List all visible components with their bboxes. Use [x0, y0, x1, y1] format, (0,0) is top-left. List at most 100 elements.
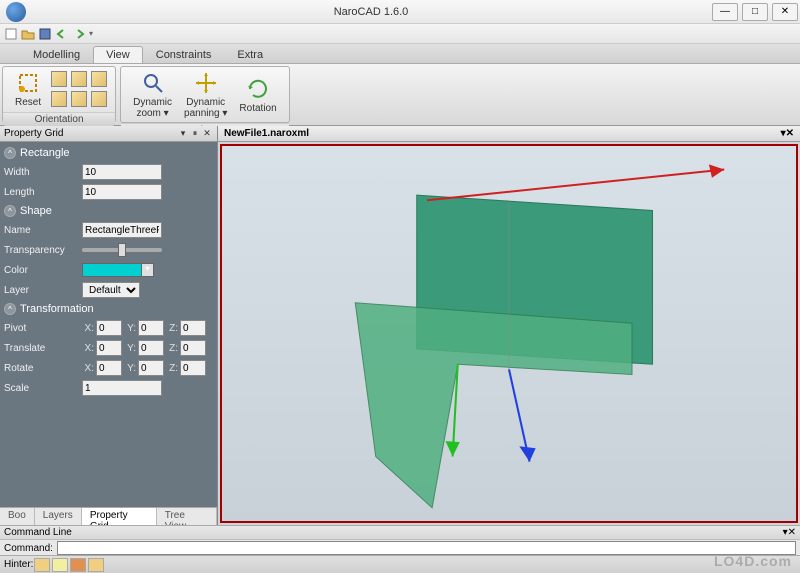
tab-view[interactable]: View: [93, 46, 143, 63]
rotate-x-input[interactable]: [96, 360, 122, 376]
qat-new-icon[interactable]: [4, 27, 18, 41]
property-panel: Property Grid ▾ ⏸ ✕ ^ Rectangle Width Le…: [0, 126, 218, 525]
section-rectangle-label: Rectangle: [20, 147, 70, 159]
color-label: Color: [4, 265, 80, 276]
pivot-z-input[interactable]: [180, 320, 206, 336]
dynamic-zoom-label: Dynamic zoom ▾: [133, 97, 172, 119]
dynamic-panning-button[interactable]: Dynamic panning ▾: [178, 69, 233, 121]
titlebar: NaroCAD 1.6.0 — □ ✕: [0, 0, 800, 24]
property-panel-title: Property Grid: [4, 128, 63, 139]
rotation-label: Rotation: [239, 103, 276, 114]
pan-icon: [194, 71, 218, 95]
scale-label: Scale: [4, 383, 80, 394]
hinter-btn-4[interactable]: [88, 558, 104, 572]
collapse-icon: ^: [4, 147, 16, 159]
maximize-button[interactable]: □: [742, 3, 768, 21]
pivot-y-input[interactable]: [138, 320, 164, 336]
panel-close-icon[interactable]: ✕: [201, 128, 213, 140]
zoom-icon: [141, 71, 165, 95]
command-label: Command:: [4, 543, 53, 554]
view-front-button[interactable]: [71, 71, 87, 87]
rotate-z-input[interactable]: [180, 360, 206, 376]
window-controls: — □ ✕: [710, 3, 800, 21]
qat-redo-icon[interactable]: [72, 27, 86, 41]
command-line-header: Command Line ▾ ✕: [0, 526, 800, 540]
ribbon-group-orientation: Reset Orientation: [2, 66, 116, 123]
tab-extra[interactable]: Extra: [224, 46, 276, 63]
cmdline-close-icon[interactable]: ✕: [788, 527, 796, 538]
translate-x-input[interactable]: [96, 340, 122, 356]
hinter-btn-1[interactable]: [34, 558, 50, 572]
hinter-btn-2[interactable]: [52, 558, 68, 572]
pivot-x-input[interactable]: [96, 320, 122, 336]
property-body: ^ Rectangle Width Length ^ Shape Name Tr: [0, 142, 217, 507]
pivot-label: Pivot: [4, 323, 80, 334]
qat-save-icon[interactable]: [38, 27, 52, 41]
translate-z-input[interactable]: [180, 340, 206, 356]
translate-y-input[interactable]: [138, 340, 164, 356]
qat-open-icon[interactable]: [21, 27, 35, 41]
tab-modelling[interactable]: Modelling: [20, 46, 93, 63]
panel-pin-icon[interactable]: ⏸: [189, 128, 201, 140]
view-left-button[interactable]: [91, 91, 107, 107]
width-input[interactable]: [82, 164, 162, 180]
section-shape[interactable]: ^ Shape: [4, 202, 213, 220]
rotate-label: Rotate: [4, 363, 80, 374]
command-line-panel: Command Line ▾ ✕ Command:: [0, 525, 800, 555]
btab-layers[interactable]: Layers: [35, 508, 82, 525]
hinter-btn-3[interactable]: [70, 558, 86, 572]
name-input[interactable]: [82, 222, 162, 238]
dynamic-panning-label: Dynamic panning ▾: [184, 97, 227, 119]
doc-close-icon[interactable]: ✕: [786, 128, 794, 139]
name-label: Name: [4, 225, 80, 236]
length-label: Length: [4, 187, 80, 198]
document-name: NewFile1.naroxml: [224, 128, 309, 139]
btab-boo[interactable]: Boo: [0, 508, 35, 525]
scale-input[interactable]: [82, 380, 162, 396]
document-tab: NewFile1.naroxml ▾ ✕: [218, 126, 800, 142]
translate-label: Translate: [4, 343, 80, 354]
orientation-views-grid: [51, 71, 109, 109]
hinter-bar: Hinter:: [0, 555, 800, 573]
transparency-label: Transparency: [4, 245, 80, 256]
section-shape-label: Shape: [20, 205, 52, 217]
transparency-slider[interactable]: [82, 248, 162, 252]
orientation-group-label: Orientation: [3, 112, 115, 126]
dynamic-zoom-button[interactable]: Dynamic zoom ▾: [127, 69, 178, 121]
view-right-button[interactable]: [91, 71, 107, 87]
color-picker[interactable]: ▾: [82, 263, 154, 277]
reset-button[interactable]: Reset: [9, 69, 47, 110]
main-area: Property Grid ▾ ⏸ ✕ ^ Rectangle Width Le…: [0, 126, 800, 525]
btab-tree-view[interactable]: Tree View: [157, 508, 217, 525]
minimize-button[interactable]: —: [712, 3, 738, 21]
layer-select[interactable]: Default: [82, 282, 140, 298]
tab-constraints[interactable]: Constraints: [143, 46, 225, 63]
command-input[interactable]: [57, 541, 796, 555]
panel-bottom-tabs: Boo Layers Property Grid Tree View: [0, 507, 217, 525]
section-rectangle[interactable]: ^ Rectangle: [4, 144, 213, 162]
ribbon-tabs: Modelling View Constraints Extra: [0, 44, 800, 64]
reset-icon: [16, 71, 40, 95]
close-button[interactable]: ✕: [772, 3, 798, 21]
reset-label: Reset: [15, 97, 41, 108]
btab-property-grid[interactable]: Property Grid: [82, 508, 157, 525]
watermark: LO4D.com: [714, 553, 792, 569]
viewport-3d[interactable]: [220, 144, 798, 523]
layer-label: Layer: [4, 285, 80, 296]
view-top-button[interactable]: [51, 71, 67, 87]
section-transformation[interactable]: ^ Transformation: [4, 300, 213, 318]
viewport-scene: [222, 146, 796, 521]
collapse-icon: ^: [4, 205, 16, 217]
command-line-title: Command Line: [4, 527, 72, 538]
view-back-button[interactable]: [71, 91, 87, 107]
viewport-wrap: NewFile1.naroxml ▾ ✕: [218, 126, 800, 525]
window-title: NaroCAD 1.6.0: [32, 6, 710, 18]
rotate-y-input[interactable]: [138, 360, 164, 376]
view-bottom-button[interactable]: [51, 91, 67, 107]
qat-undo-icon[interactable]: [55, 27, 69, 41]
rotation-button[interactable]: Rotation: [233, 75, 282, 116]
length-input[interactable]: [82, 184, 162, 200]
qat-dropdown-icon[interactable]: ▾: [89, 29, 93, 38]
panel-dropdown-icon[interactable]: ▾: [177, 128, 189, 140]
rotation-icon: [246, 77, 270, 101]
